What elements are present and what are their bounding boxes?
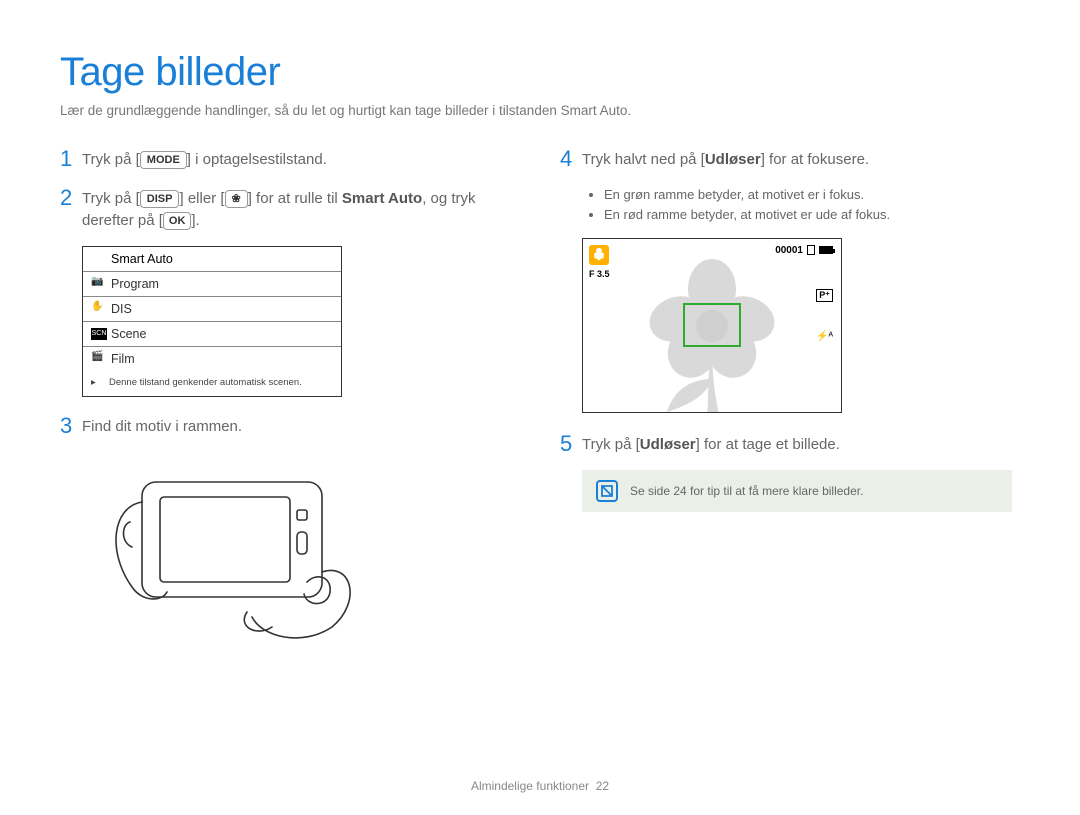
program-icon: 📷 [91,276,105,290]
step-number: 2 [60,185,82,210]
step-text: Tryk på [DISP] eller [❀] for at rulle ti… [82,185,520,232]
footer-page-number: 22 [596,779,609,793]
step-text: Tryk på [MODE] i optagelsestilstand. [82,146,327,171]
camera-screen: F 3.5 00001 P⁺ ⚡ᴬ [582,238,842,413]
text: Tryk på [ [82,151,140,168]
battery-icon [819,246,833,254]
text: ] for at fokusere. [761,151,869,168]
camera-illustration [82,452,382,657]
left-column: 1 Tryk på [MODE] i optagelsestilstand. 2… [60,146,520,657]
focus-bullets: En grøn ramme betyder, at motivet er i f… [604,185,1020,225]
menu-label: Program [111,277,159,291]
dis-icon: ✋ [91,301,105,315]
content-columns: 1 Tryk på [MODE] i optagelsestilstand. 2… [60,146,1020,657]
mode-button-label: MODE [140,151,187,169]
bullet-green: En grøn ramme betyder, at motivet er i f… [604,185,1020,205]
step-4: 4 Tryk halvt ned på [Udløser] for at fok… [560,146,1020,171]
card-icon [807,245,815,255]
step-number: 4 [560,146,582,171]
right-column: 4 Tryk halvt ned på [Udløser] for at fok… [560,146,1020,657]
menu-label: Film [111,352,135,366]
menu-item-dis: ✋ DIS [83,297,341,322]
macro-button-label: ❀ [225,190,248,208]
page-subtitle: Lær de grundlæggende handlinger, så du l… [60,103,1020,118]
step-number: 5 [560,431,582,456]
shutter-bold: Udløser [640,436,696,453]
note-icon [596,480,618,502]
menu-item-smart-auto: Smart Auto [83,247,341,272]
menu-footer-text: ▸ Denne tilstand genkender automatisk sc… [83,371,341,396]
step-number: 3 [60,413,82,438]
text: Denne tilstand genkender automatisk scen… [109,377,302,388]
step-2: 2 Tryk på [DISP] eller [❀] for at rulle … [60,185,520,232]
step-1: 1 Tryk på [MODE] i optagelsestilstand. [60,146,520,171]
bullet-red: En rød ramme betyder, at motivet er ude … [604,205,1020,225]
text: ] for at rulle til [248,190,342,207]
film-icon: 🎬 [91,351,105,365]
text: ] eller [ [179,190,224,207]
text: Tryk på [ [82,190,140,207]
scene-icon: SCN [91,328,107,340]
footer-section: Almindelige funktioner [471,779,589,793]
page-footer: Almindelige funktioner 22 [0,779,1080,793]
menu-item-film: 🎬 Film [83,347,341,371]
step-number: 1 [60,146,82,171]
text: Tryk halvt ned på [ [582,151,705,168]
focus-frame [683,303,741,347]
tip-text: Se side 24 for tip til at få mere klare … [630,484,863,498]
flash-auto-icon: ⚡ᴬ [816,331,833,342]
menu-item-scene: SCN Scene [83,322,341,347]
smart-auto-bold: Smart Auto [342,190,422,207]
quality-badge: P⁺ [816,289,833,302]
menu-item-program: 📷 Program [83,272,341,297]
smart-auto-icon [91,251,105,265]
text: Tryk på [ [582,436,640,453]
menu-label: Smart Auto [111,252,173,266]
page-title: Tage billeder [60,50,1020,95]
tip-box: Se side 24 for tip til at få mere klare … [582,470,1012,512]
ok-button-label: OK [163,212,192,230]
step-3: 3 Find dit motiv i rammen. [60,413,520,438]
text: ]. [191,212,199,229]
menu-label: Scene [111,327,146,341]
menu-label: DIS [111,302,132,316]
info-icon: ▸ [91,377,96,388]
mode-menu-illustration: Smart Auto 📷 Program ✋ DIS SCN Scene 🎬 F… [82,246,342,397]
step-5: 5 Tryk på [Udløser] for at tage et bille… [560,431,1020,456]
shutter-bold: Udløser [705,151,761,168]
step-text: Tryk på [Udløser] for at tage et billede… [582,431,840,456]
disp-button-label: DISP [140,190,180,208]
step-text: Tryk halvt ned på [Udløser] for at fokus… [582,146,869,171]
text: ] i optagelsestilstand. [187,151,327,168]
text: ] for at tage et billede. [696,436,840,453]
step-text: Find dit motiv i rammen. [82,413,242,438]
scene-icon [589,245,609,265]
aperture-value: F 3.5 [589,269,610,279]
